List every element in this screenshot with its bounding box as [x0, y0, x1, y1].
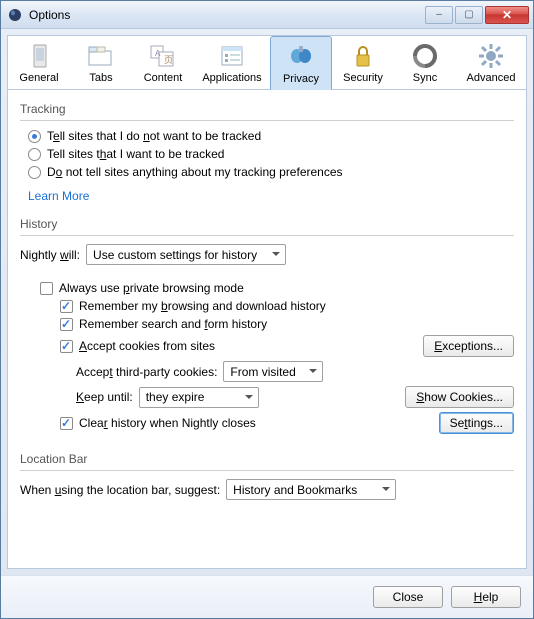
- svg-text:页: 页: [164, 55, 173, 65]
- checkbox-icon: [40, 282, 53, 295]
- titlebar: Options – ▢ ✕: [1, 1, 533, 29]
- radio-do-track[interactable]: Tell sites that I want to be tracked: [28, 147, 514, 161]
- privacy-pane: Tracking Tell sites that I do not want t…: [8, 90, 526, 568]
- minimize-button[interactable]: –: [425, 6, 453, 24]
- radio-do-not-track[interactable]: Tell sites that I do not want to be trac…: [28, 129, 514, 143]
- dialog-footer: Close Help: [1, 575, 533, 618]
- history-will-label: Nightly will:: [20, 248, 80, 262]
- divider: [20, 235, 514, 236]
- preferences-tabbar: General Tabs A页 Content Applications Pri…: [8, 36, 526, 90]
- keep-until-label: Keep until:: [76, 390, 133, 404]
- tracking-heading: Tracking: [20, 102, 514, 116]
- svg-text:A: A: [155, 49, 161, 58]
- checkbox-icon: [60, 340, 73, 353]
- radio-icon: [28, 166, 41, 179]
- security-icon: [347, 42, 379, 70]
- window-buttons: – ▢ ✕: [423, 6, 529, 24]
- options-window: Options – ▢ ✕ General Tabs A页 Content Ap…: [0, 0, 534, 619]
- close-window-button[interactable]: ✕: [485, 6, 529, 24]
- tab-general[interactable]: General: [8, 36, 70, 89]
- locationbar-heading: Location Bar: [20, 452, 514, 466]
- accept-third-select[interactable]: From visited: [223, 361, 323, 382]
- check-always-private[interactable]: Always use private browsing mode: [40, 281, 514, 295]
- check-clear-on-close[interactable]: Clear history when Nightly closes: [79, 416, 256, 430]
- checkbox-icon: [60, 417, 73, 430]
- accept-third-label: Accept third-party cookies:: [76, 365, 217, 379]
- check-remember-browsing[interactable]: Remember my browsing and download histor…: [60, 299, 514, 313]
- suggest-select[interactable]: History and Bookmarks: [226, 479, 396, 500]
- check-remember-search[interactable]: Remember search and form history: [60, 317, 514, 331]
- checkbox-icon: [60, 318, 73, 331]
- radio-icon: [28, 148, 41, 161]
- history-mode-select[interactable]: Use custom settings for history: [86, 244, 286, 265]
- help-button[interactable]: Help: [451, 586, 521, 608]
- maximize-button[interactable]: ▢: [455, 6, 483, 24]
- learn-more-link[interactable]: Learn More: [28, 189, 89, 203]
- tab-content[interactable]: A页 Content: [132, 36, 194, 89]
- radio-icon: [28, 130, 41, 143]
- window-title: Options: [29, 8, 423, 22]
- divider: [20, 120, 514, 121]
- applications-icon: [216, 42, 248, 70]
- general-icon: [23, 42, 55, 70]
- tab-advanced[interactable]: Advanced: [456, 36, 526, 89]
- suggest-label: When using the location bar, suggest:: [20, 483, 220, 497]
- tabs-icon: [85, 42, 117, 70]
- show-cookies-button[interactable]: Show Cookies...: [405, 386, 514, 408]
- settings-button[interactable]: Settings...: [439, 412, 514, 434]
- advanced-icon: [475, 42, 507, 70]
- sync-icon: [409, 42, 441, 70]
- app-icon: [7, 7, 23, 23]
- content-icon: A页: [147, 42, 179, 70]
- privacy-icon: [285, 43, 317, 71]
- checkbox-icon: [60, 300, 73, 313]
- close-button[interactable]: Close: [373, 586, 443, 608]
- tab-security[interactable]: Security: [332, 36, 394, 89]
- content-area: General Tabs A页 Content Applications Pri…: [7, 35, 527, 569]
- keep-until-select[interactable]: they expire: [139, 387, 259, 408]
- exceptions-button[interactable]: Exceptions...: [423, 335, 514, 357]
- divider: [20, 470, 514, 471]
- tab-privacy[interactable]: Privacy: [270, 36, 332, 90]
- history-heading: History: [20, 217, 514, 231]
- tab-tabs[interactable]: Tabs: [70, 36, 132, 89]
- radio-no-pref[interactable]: Do not tell sites anything about my trac…: [28, 165, 514, 179]
- tab-sync[interactable]: Sync: [394, 36, 456, 89]
- check-accept-cookies[interactable]: Accept cookies from sites: [79, 339, 215, 353]
- tab-applications[interactable]: Applications: [194, 36, 270, 89]
